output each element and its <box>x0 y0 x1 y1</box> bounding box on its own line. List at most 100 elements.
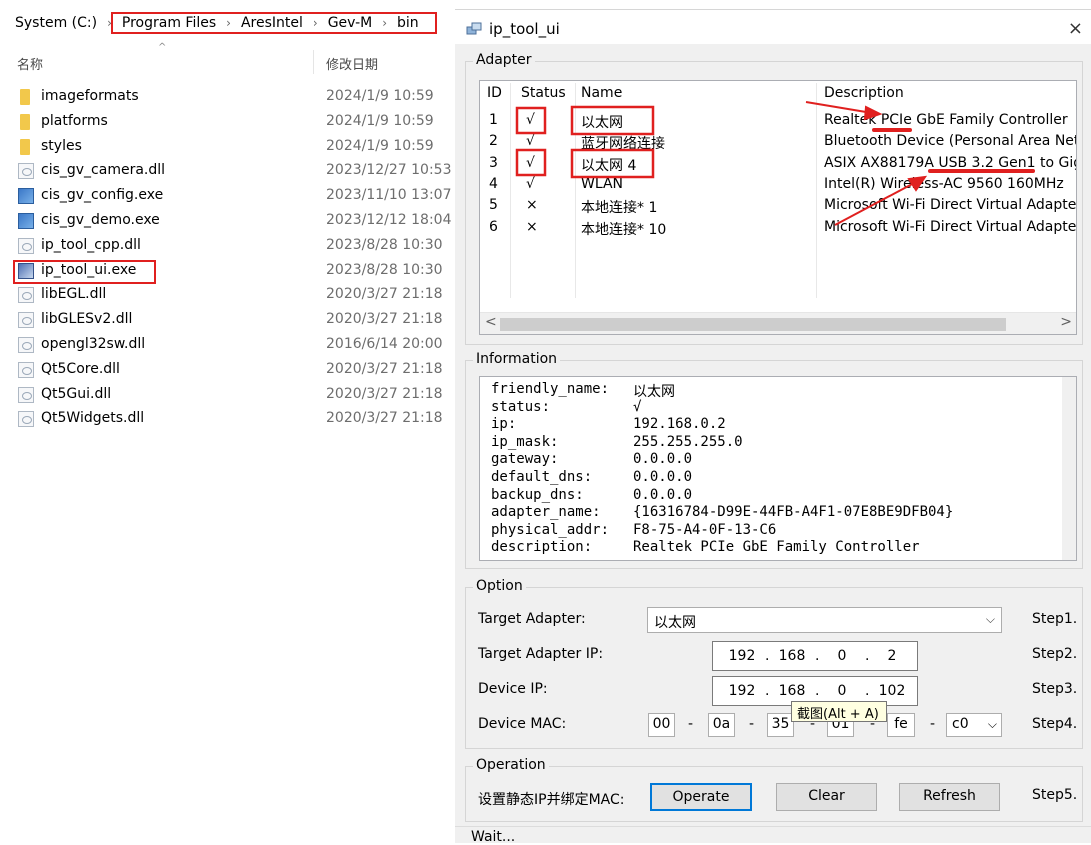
adapter-name: 本地连接* 1 <box>581 200 658 217</box>
annotation-box-exe <box>13 260 156 284</box>
file-modified-date: 2020/3/27 21:18 <box>326 360 443 377</box>
column-header-date[interactable]: 修改日期 <box>326 54 378 73</box>
file-name: Qt5Gui.dll <box>41 385 112 402</box>
vertical-scrollbar[interactable] <box>1062 377 1076 560</box>
horizontal-scrollbar[interactable]: < > <box>480 312 1076 334</box>
window-title: ip_tool_ui <box>489 20 560 38</box>
adapter-status: √ <box>526 112 535 128</box>
ip-dot: . <box>765 648 770 664</box>
adapter-row[interactable]: 1 √ 以太网 Realtek PCIe GbE Family Controller <box>480 111 1076 132</box>
mac-last-byte-value: c0 <box>952 716 969 732</box>
dll-file-icon <box>18 163 34 180</box>
scrollbar-thumb[interactable] <box>500 318 1006 331</box>
target-adapter-label: Target Adapter: <box>478 611 586 627</box>
column-header-name[interactable]: 名称 <box>17 54 43 73</box>
adapter-name: 以太网 4 <box>581 157 637 174</box>
info-value: 192.168.0.2 <box>633 416 726 433</box>
clear-button[interactable]: Clear <box>776 783 877 811</box>
ip-octet[interactable]: 192 <box>724 648 760 664</box>
adapter-row[interactable]: 3 √ 以太网 4 ASIX AX88179A USB 3.2 Gen1 to Gig… <box>480 154 1077 175</box>
adapter-row[interactable]: 5 × 本地连接* 1 Microsoft Wi-Fi Direct Virtual … <box>480 196 1076 217</box>
column-header-status[interactable]: Status <box>521 85 566 105</box>
mac-byte-field[interactable]: 00 <box>648 713 675 737</box>
mac-byte-field[interactable]: 0a <box>708 713 735 737</box>
ip-dot: . <box>865 683 870 699</box>
dll-file-icon <box>18 337 34 353</box>
title-bar[interactable]: ip_tool_ui × <box>455 0 1091 44</box>
file-list-item[interactable]: ip_tool_cpp.dll 2023/8/28 10:30 <box>0 234 455 259</box>
target-adapter-value: 以太网 <box>654 615 696 631</box>
file-list-item[interactable]: cis_gv_camera.dll 2023/12/27 10:53 <box>0 159 455 184</box>
file-list-item[interactable]: Qt5Core.dll 2020/3/27 21:18 <box>0 358 455 383</box>
info-value: 0.0.0.0 <box>633 469 693 485</box>
file-name: cis_gv_demo.exe <box>41 212 160 228</box>
dll-file-icon <box>18 287 34 304</box>
file-list-item[interactable]: styles 2024/1/9 10:59 <box>0 135 455 160</box>
folder-icon <box>20 138 30 155</box>
scroll-right-icon[interactable]: > <box>1060 314 1072 330</box>
ip-tool-dialog: ip_tool_ui × Adapter ID Status Name Desc… <box>455 0 1091 845</box>
ip-octet[interactable]: 102 <box>874 683 910 699</box>
ip-dot: . <box>815 683 820 699</box>
file-list-item[interactable]: imageformats 2024/1/9 10:59 <box>0 85 455 110</box>
file-list-item[interactable]: cis_gv_demo.exe 2023/12/12 18:04 <box>0 209 455 234</box>
file-list-item[interactable]: cis_gv_config.exe 2023/11/10 13:07 <box>0 184 455 209</box>
file-list-item[interactable]: libGLESv2.dll 2020/3/27 21:18 <box>0 308 455 333</box>
device-mac-label: Device MAC: <box>478 716 567 732</box>
info-key: status: <box>491 398 551 415</box>
file-name: Qt5Widgets.dll <box>41 410 145 427</box>
file-list-item[interactable]: libEGL.dll 2020/3/27 21:18 <box>0 283 455 308</box>
file-modified-date: 2023/8/28 10:30 <box>326 261 443 278</box>
ip-octet[interactable]: 192 <box>724 683 760 699</box>
mac-byte-field[interactable]: fe <box>887 713 915 737</box>
adapter-description: ASIX AX88179A USB 3.2 Gen1 to Giga <box>824 154 1077 171</box>
chevron-down-icon[interactable]: ⌵ <box>988 717 997 732</box>
info-value: 0.0.0.0 <box>633 486 693 503</box>
adapter-row[interactable]: 4 √ WLAN Intel(R) Wireless-AC 9560 160MHz <box>480 175 1076 196</box>
file-modified-date: 2020/3/27 21:18 <box>326 385 443 402</box>
chevron-down-icon[interactable]: ⌵ <box>986 612 995 627</box>
column-divider[interactable] <box>313 50 314 74</box>
information-text[interactable]: friendly_name: 以太网 status: √ ip: 192.168.0.2 i… <box>479 376 1077 561</box>
column-header-id[interactable]: ID <box>487 85 502 105</box>
info-value: 0.0.0.0 <box>633 451 693 468</box>
target-adapter-select[interactable]: 以太网 ⌵ <box>647 607 1002 633</box>
close-icon[interactable]: × <box>1068 18 1083 39</box>
mac-separator: - <box>749 716 755 732</box>
file-list-item[interactable]: opengl32sw.dll 2016/6/14 20:00 <box>0 333 455 358</box>
target-adapter-ip-field[interactable]: 192 . 168 . 0 . 2 <box>712 641 918 671</box>
exe-file-icon <box>18 188 34 205</box>
mac-byte-field[interactable]: 35 <box>767 713 794 737</box>
ip-octet[interactable]: 168 <box>774 648 810 664</box>
breadcrumb-system-c[interactable]: System (C:) <box>12 15 100 31</box>
file-modified-date: 2020/3/27 21:18 <box>326 311 443 328</box>
step-2-label: Step2. <box>1032 646 1078 662</box>
info-key: backup_dns: <box>491 486 584 503</box>
ip-octet[interactable]: 0 <box>824 683 860 699</box>
file-list-item[interactable]: Qt5Gui.dll 2020/3/27 21:18 <box>0 383 455 408</box>
dll-file-icon <box>18 411 34 428</box>
adapter-status: × <box>526 218 538 235</box>
file-list-item[interactable]: Qt5Widgets.dll 2020/3/27 21:18 <box>0 407 455 432</box>
adapter-description: Realtek PCIe GbE Family Controller <box>824 112 1068 128</box>
file-name: libGLESv2.dll <box>41 311 133 328</box>
column-header-description[interactable]: Description <box>824 85 904 105</box>
sort-ascending-icon[interactable]: ^ <box>158 42 166 53</box>
adapter-id: 6 <box>489 218 498 235</box>
scroll-left-icon[interactable]: < <box>485 314 497 330</box>
ip-octet[interactable]: 2 <box>874 648 910 664</box>
adapter-id: 5 <box>489 197 498 214</box>
file-list-item[interactable]: platforms 2024/1/9 10:59 <box>0 110 455 135</box>
adapter-list[interactable]: ID Status Name Description 1 √ 以太网 Realtek … <box>479 80 1077 335</box>
ip-octet[interactable]: 168 <box>774 683 810 699</box>
adapter-row[interactable]: 2 √ 蓝牙网络连接 Bluetooth Device (Personal Area … <box>480 132 1076 153</box>
adapter-id: 1 <box>489 112 498 128</box>
network-app-icon <box>466 22 482 35</box>
operate-button[interactable]: Operate <box>650 783 752 811</box>
refresh-button[interactable]: Refresh <box>899 783 1000 811</box>
column-header-name[interactable]: Name <box>581 85 622 105</box>
mac-last-byte-select[interactable]: c0 ⌵ <box>946 713 1002 737</box>
ip-octet[interactable]: 0 <box>824 648 860 664</box>
ip-dot: . <box>815 648 820 664</box>
adapter-row[interactable]: 6 × 本地连接* 10 Microsoft Wi-Fi Direct Virtual… <box>480 218 1076 239</box>
